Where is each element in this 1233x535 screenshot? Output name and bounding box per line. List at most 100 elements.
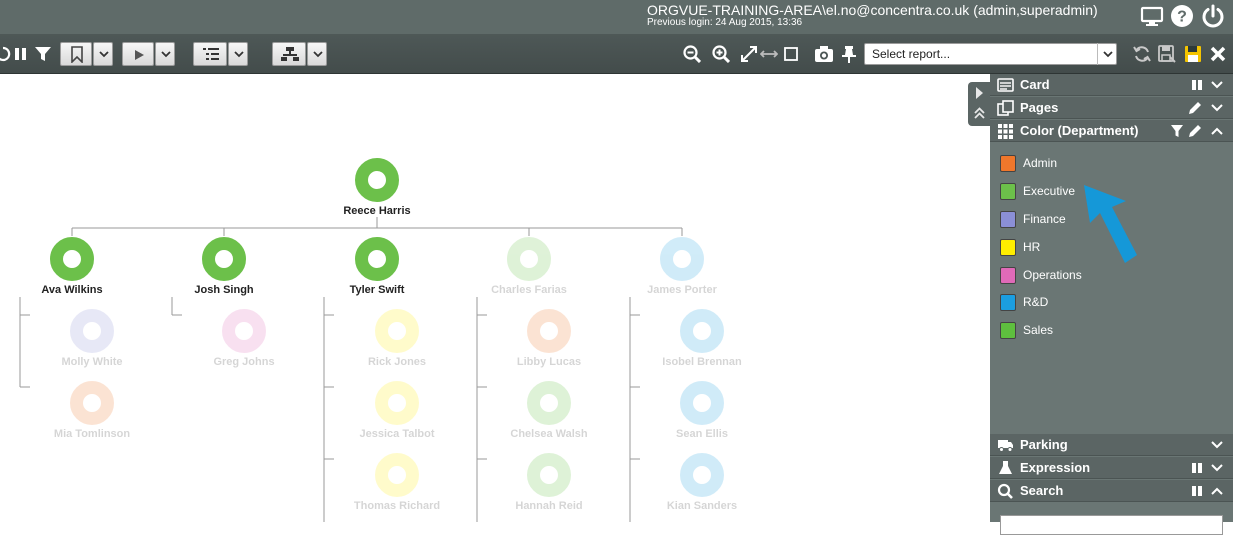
section-search[interactable]: Search <box>990 480 1233 502</box>
node-name: Chelsea Walsh <box>510 428 588 440</box>
pause-icon[interactable] <box>1190 484 1204 498</box>
chevron-down-icon[interactable] <box>1210 461 1224 475</box>
grid-icon <box>998 124 1013 139</box>
list-button[interactable] <box>193 42 227 66</box>
org-node-jessica[interactable]: Jessica Talbot <box>360 381 435 441</box>
node-name: Charles Farias <box>491 284 567 296</box>
org-node-sean[interactable]: Sean Ellis <box>676 381 728 441</box>
chevron-down-icon <box>99 51 109 58</box>
node-ring <box>375 381 419 425</box>
save-as-icon[interactable] <box>1158 45 1176 63</box>
org-node-rick[interactable]: Rick Jones <box>368 309 426 369</box>
filter-icon[interactable] <box>34 45 52 63</box>
camera-icon[interactable] <box>814 45 834 63</box>
chevron-down-icon <box>313 51 323 58</box>
node-ring <box>527 381 571 425</box>
org-node-kian[interactable]: Kian Sanders <box>667 453 737 513</box>
chevron-down-icon <box>161 51 171 58</box>
power-icon[interactable] <box>1201 4 1225 28</box>
bookmark-icon <box>71 46 83 63</box>
org-node-libby[interactable]: Libby Lucas <box>517 309 581 369</box>
pin-icon[interactable] <box>840 45 858 63</box>
panel-toggle[interactable] <box>968 82 990 126</box>
hierarchy-dropdown[interactable] <box>307 42 327 66</box>
section-pages[interactable]: Pages <box>990 97 1233 119</box>
org-node-chelsea[interactable]: Chelsea Walsh <box>510 381 588 441</box>
section-expression-title: Expression <box>1020 460 1091 475</box>
org-node-james[interactable]: James Porter <box>647 237 718 297</box>
org-node-isobel[interactable]: Isobel Brennan <box>662 309 742 369</box>
search-input[interactable] <box>1000 515 1223 535</box>
pencil-icon[interactable] <box>1188 101 1202 115</box>
filter-icon[interactable] <box>1170 124 1184 138</box>
pause-icon[interactable] <box>1190 78 1204 92</box>
monitor-icon[interactable] <box>1140 4 1164 28</box>
close-icon[interactable] <box>1209 45 1227 63</box>
pause-icon[interactable] <box>12 45 30 63</box>
expand-icon[interactable] <box>740 45 758 63</box>
bookmark-dropdown[interactable] <box>93 42 113 66</box>
legend-swatch <box>1000 322 1016 339</box>
org-node-josh[interactable]: Josh Singh <box>194 237 254 297</box>
pencil-icon[interactable] <box>1188 124 1202 138</box>
node-name: Josh Singh <box>194 284 254 296</box>
pause-icon[interactable] <box>1190 461 1204 475</box>
org-node-greg[interactable]: Greg Johns <box>213 309 275 369</box>
node-ring <box>355 158 399 202</box>
caret-right-icon <box>976 87 983 99</box>
chevron-down-icon[interactable] <box>1210 101 1224 115</box>
hierarchy-button[interactable] <box>272 42 306 66</box>
zoom-out-icon[interactable] <box>683 45 701 63</box>
org-node-molly[interactable]: Molly White <box>61 309 123 369</box>
play-dropdown[interactable] <box>155 42 175 66</box>
legend-item-rnd[interactable]: R&D <box>990 290 1233 314</box>
chevron-down-icon[interactable] <box>1210 438 1224 452</box>
section-color-title: Color (Department) <box>1020 123 1139 138</box>
node-ring <box>680 381 724 425</box>
node-ring <box>222 309 266 353</box>
org-node-mia[interactable]: Mia Tomlinson <box>54 381 130 441</box>
legend-item-admin[interactable]: Admin <box>990 151 1233 175</box>
save-icon[interactable] <box>1184 45 1202 63</box>
node-name: Rick Jones <box>368 356 426 368</box>
legend-label: R&D <box>1023 295 1049 309</box>
report-select[interactable]: Select report... <box>864 43 1117 65</box>
node-ring <box>202 237 246 281</box>
legend-swatch <box>1000 211 1016 228</box>
play-button[interactable] <box>122 42 154 66</box>
legend-item-operations[interactable]: Operations <box>990 263 1233 287</box>
play-icon <box>135 50 144 60</box>
chevron-up-icon[interactable] <box>1210 484 1224 498</box>
bookmark-button[interactable] <box>60 42 92 66</box>
chevron-down-icon[interactable] <box>1210 78 1224 92</box>
node-name: Sean Ellis <box>676 428 728 440</box>
section-card[interactable]: Card <box>990 74 1233 96</box>
fit-width-icon[interactable] <box>760 45 778 63</box>
org-node-charles[interactable]: Charles Farias <box>491 237 567 297</box>
section-expression[interactable]: Expression <box>990 457 1233 479</box>
legend-swatch <box>1000 267 1016 284</box>
org-node-reece[interactable]: Reece Harris <box>343 158 411 218</box>
refresh-icon[interactable] <box>1133 45 1151 63</box>
section-parking[interactable]: Parking <box>990 434 1233 456</box>
zoom-in-icon[interactable] <box>712 45 730 63</box>
help-icon[interactable]: ? <box>1170 4 1194 28</box>
chevron-up-icon[interactable] <box>1210 124 1224 138</box>
section-color[interactable]: Color (Department) <box>990 120 1233 142</box>
node-name: Isobel Brennan <box>662 356 742 368</box>
previous-login: Previous login: 24 Aug 2015, 13:36 <box>647 17 803 28</box>
report-select-arrow[interactable] <box>1097 43 1117 65</box>
org-chart: Reece Harris Ava Wilkins Josh Singh Tyler S… <box>19 158 742 522</box>
org-node-thomas[interactable]: Thomas Richard <box>354 453 440 513</box>
org-node-hannah[interactable]: Hannah Reid <box>515 453 583 513</box>
legend-item-sales[interactable]: Sales <box>990 318 1233 342</box>
legend-label: HR <box>1023 240 1041 254</box>
chevron-down-icon <box>234 51 244 58</box>
org-node-tyler[interactable]: Tyler Swift <box>350 237 405 297</box>
org-node-ava[interactable]: Ava Wilkins <box>41 237 103 297</box>
refresh-icon[interactable] <box>0 45 12 63</box>
list-dropdown[interactable] <box>228 42 248 66</box>
org-chart-canvas[interactable]: Reece Harris Ava Wilkins Josh Singh Tyler S… <box>0 74 990 522</box>
square-icon[interactable] <box>782 45 800 63</box>
legend-label: Sales <box>1023 323 1054 337</box>
